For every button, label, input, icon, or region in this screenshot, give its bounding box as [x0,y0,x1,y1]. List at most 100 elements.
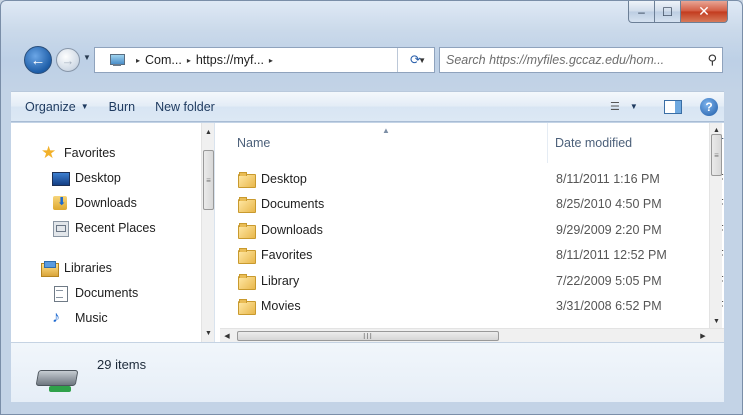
network-cable [49,386,71,392]
burn-button[interactable]: Burn [99,100,145,114]
nav-item-downloads[interactable]: Downloads [11,190,201,215]
computer-icon [109,54,125,66]
file-row[interactable]: Movies 3/31/2008 6:52 PM F [220,294,724,320]
nav-scroll-thumb[interactable]: ≡ [203,150,214,210]
file-name-cell: Documents [220,197,548,214]
folder-icon [238,273,256,290]
chevron-down-icon: ▼ [83,53,91,62]
nav-item-music[interactable]: ♪ Music [11,305,201,330]
file-date: 8/11/2011 12:52 PM [556,248,667,263]
nav-libraries-label: Libraries [64,260,112,275]
nav-item-desktop[interactable]: Desktop [11,165,201,190]
star-icon: ★ [41,142,57,162]
file-row[interactable]: Favorites 8/11/2011 12:52 PM F [220,243,724,269]
nav-item-label: Documents [75,285,139,300]
file-list-vscrollbar[interactable]: ▲ ≡ ▼ [709,123,722,328]
music-icon: ♪ [52,308,60,326]
folder-icon [238,171,256,188]
file-list[interactable]: ▲ Name Date modified T Desktop 8/11/2011… [220,123,724,342]
breadcrumb-separator-icon[interactable]: ▸ [269,56,273,65]
command-bar: Organize ▼ Burn New folder ☰ ▼ ? [11,91,724,122]
scroll-right-icon[interactable]: ▶ [696,329,710,342]
nav-libraries[interactable]: Libraries [11,255,201,280]
file-name: Favorites [261,248,313,263]
file-list-vscroll-thumb[interactable]: ≡ [711,134,722,176]
file-row[interactable]: Library 7/22/2009 5:05 PM F [220,268,724,294]
change-view-button[interactable]: ☰ ▼ [610,100,650,113]
help-button[interactable]: ? [700,97,718,116]
sort-ascending-icon: ▲ [382,126,390,135]
item-count: 29 items [97,357,147,372]
title-bar[interactable]: – ☐ ✕ [1,1,742,39]
search-input[interactable]: Search https://myfiles.gccaz.edu/hom... … [439,47,723,73]
chevron-down-icon: ▼ [80,102,89,111]
file-list-hscrollbar[interactable]: ◀ III ▶ [220,328,724,342]
nav-item-label: Downloads [75,195,137,210]
caption-buttons: – ☐ ✕ [628,1,728,25]
search-icon[interactable]: ⚲ [707,52,717,68]
breadcrumb-myfiles[interactable]: https://myf... [196,53,264,67]
search-placeholder: Search https://myfiles.gccaz.edu/hom... [446,53,665,67]
nav-item-documents[interactable]: Documents [11,280,201,305]
details-pane: 29 items [11,342,724,402]
address-bar[interactable]: ▸ Com... ▸ https://myf... ▸ ▼ [94,47,435,73]
organize-label: Organize [25,99,76,114]
column-header-name-label: Name [237,136,271,150]
refresh-button[interactable]: ⟳ [397,48,433,72]
breadcrumb: ▸ Com... ▸ https://myf... ▸ [131,53,278,67]
column-headers: ▲ Name Date modified T [220,123,724,163]
nav-item-recent-places[interactable]: Recent Places [11,215,201,240]
minimize-button[interactable]: – [628,1,655,23]
breadcrumb-separator-icon[interactable]: ▸ [136,56,140,65]
file-row[interactable]: Desktop 8/11/2011 1:16 PM F [220,166,724,192]
breadcrumb-separator-icon[interactable]: ▸ [187,56,191,65]
column-header-date[interactable]: Date modified [548,123,710,163]
file-name: Library [261,273,300,288]
file-date: 8/25/2010 4:50 PM [556,197,662,212]
nav-list: ★ Favorites Desktop Downloads Recent Pla… [11,140,201,330]
file-rows: Desktop 8/11/2011 1:16 PM F Documents 8/… [220,166,724,319]
back-button[interactable]: ← [24,46,52,74]
close-button[interactable]: ✕ [681,1,728,23]
file-list-hscroll-thumb[interactable]: III [237,331,499,341]
folder-icon [238,197,256,214]
file-date: 7/22/2009 5:05 PM [556,273,662,288]
folder-icon [238,222,256,239]
folder-icon [238,299,256,316]
back-arrow-icon: ← [30,51,46,69]
nav-scrollbar[interactable]: ▲ ≡ ▼ [201,123,214,342]
file-date: 8/11/2011 1:16 PM [556,171,660,186]
downloads-icon [52,195,68,210]
file-name: Downloads [261,222,323,237]
details-view-icon: ☰ [610,101,620,113]
recent-places-icon [52,220,69,237]
navigation-pane[interactable]: ★ Favorites Desktop Downloads Recent Pla… [11,123,214,342]
preview-pane-button[interactable] [664,99,682,114]
file-date: 3/31/2008 6:52 PM [556,299,662,314]
libraries-icon [41,260,59,277]
forward-button[interactable]: → [56,48,80,72]
chevron-down-icon: ▼ [629,102,638,111]
scroll-left-icon[interactable]: ◀ [220,329,234,342]
nav-favorites[interactable]: ★ Favorites [11,140,201,165]
organize-button[interactable]: Organize ▼ [15,100,99,114]
refresh-icon: ⟳ [410,52,421,67]
file-date: 9/29/2009 2:20 PM [556,222,662,237]
content-area: ★ Favorites Desktop Downloads Recent Pla… [11,123,724,342]
file-name-cell: Movies [220,299,548,316]
column-header-name[interactable]: ▲ Name [220,123,548,163]
breadcrumb-computer[interactable]: Com... [145,53,182,67]
recent-pages-dropdown[interactable]: ▼ [83,53,93,67]
new-folder-button[interactable]: New folder [145,100,225,114]
nav-item-label: Desktop [75,170,121,185]
file-row[interactable]: Downloads 9/29/2009 2:20 PM F [220,217,724,243]
file-name: Documents [261,197,325,212]
maximize-button[interactable]: ☐ [655,1,681,23]
nav-gap [11,240,201,255]
document-icon [52,285,68,302]
toolbar-right: ☰ ▼ ? [610,97,724,116]
scroll-down-icon[interactable]: ▼ [710,314,723,328]
address-row: ← → ▼ ▸ Com... ▸ https://myf... ▸ ▼ ⟳ Se… [1,45,742,75]
folder-icon [238,248,256,265]
file-row[interactable]: Documents 8/25/2010 4:50 PM F [220,192,724,218]
